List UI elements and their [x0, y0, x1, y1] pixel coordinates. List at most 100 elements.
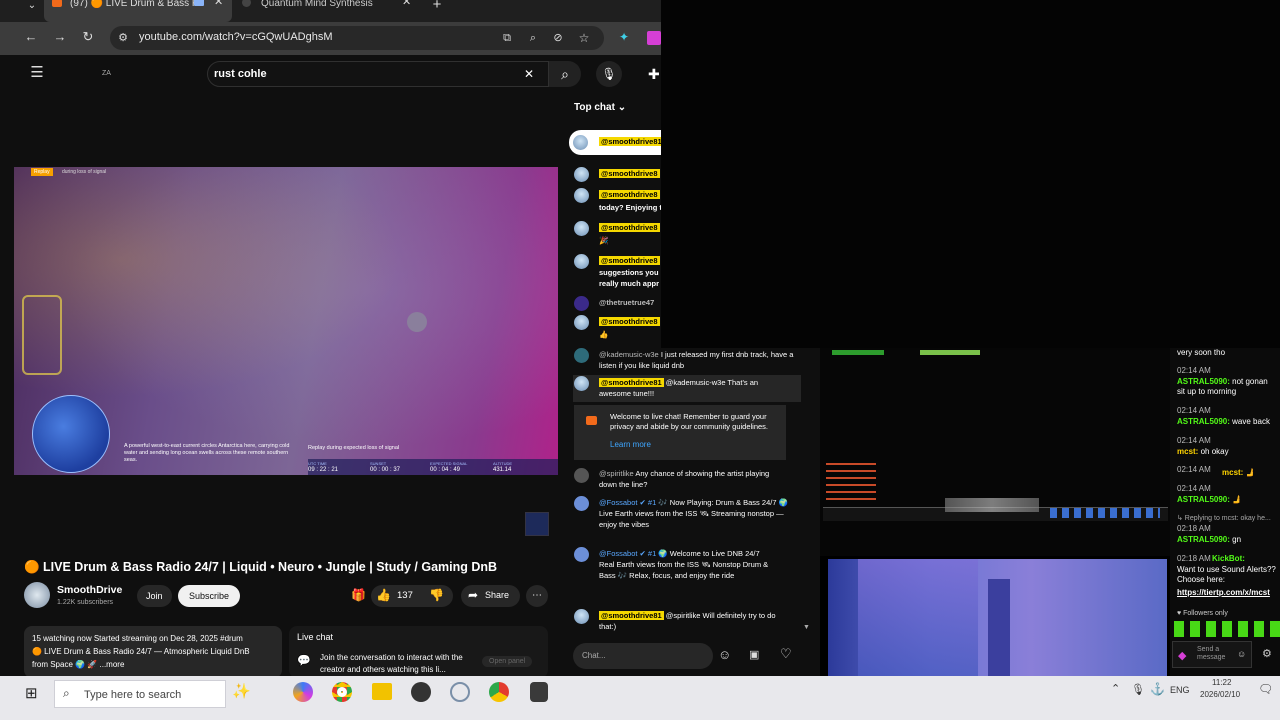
dislike-icon[interactable]: 👎	[429, 588, 444, 602]
chat-message: @Fossabot ✔ #1 🌍 Welcome to Live DNB 24/…	[599, 548, 774, 581]
tab-bar: ⌄ (97) 🟠 LIVE Drum & Bass F ✕ Quantum Mi…	[0, 0, 661, 22]
chat-user: @Fossabot ✔ #1	[599, 549, 657, 558]
chat-user: @smoothdrive8	[599, 223, 660, 232]
notification-icon[interactable]: 🗨	[1258, 682, 1273, 696]
kick-user: ASTRAL5090:	[1177, 535, 1230, 544]
followers-only: ♥ Followers only	[1177, 610, 1228, 617]
tray-chevron-icon[interactable]: ⌃	[1111, 682, 1120, 695]
forward-icon[interactable]: →	[50, 27, 70, 47]
ability-icons	[1050, 508, 1160, 518]
reload-icon[interactable]: ↻	[78, 27, 98, 47]
kick-message: mcst: 🫸	[1222, 468, 1280, 478]
eye-off-icon[interactable]: ⊘	[548, 28, 568, 48]
desktop: ⌄ (97) 🟠 LIVE Drum & Bass F ✕ Quantum Mi…	[0, 0, 1280, 720]
language-indicator[interactable]: ENG	[1170, 685, 1190, 695]
url-field[interactable]: ⚙ youtube.com/watch?v=cGQwUADghsM ⧉ ⌕ ⊘ …	[110, 26, 604, 50]
kick-send-input[interactable]: ◆ Send a message ☺	[1172, 641, 1252, 668]
gift-icon[interactable]: 🎁	[351, 588, 366, 602]
sparkle-icon[interactable]: ✨	[232, 682, 251, 700]
kick-text: wave back	[1232, 417, 1270, 426]
kick-text: 🫸	[1245, 468, 1256, 477]
stat-value: 09 : 22 : 21	[308, 467, 339, 473]
kick-text: okay he...	[1240, 515, 1271, 522]
moon-dot	[407, 312, 427, 332]
mic-icon[interactable]: 🎙	[1131, 683, 1145, 696]
taskbar-search-input[interactable]: ⌕ Type here to search	[54, 680, 226, 708]
channel-name[interactable]: SmoothDrive	[57, 584, 122, 596]
clock-date[interactable]: 2026/02/10	[1200, 690, 1240, 699]
smile-icon[interactable]: ☺	[1237, 649, 1246, 659]
heart-icon[interactable]: ♡	[780, 646, 792, 662]
super-chat-icon[interactable]: ▣	[749, 648, 759, 661]
create-icon[interactable]: ✚	[648, 66, 660, 83]
learn-more-link[interactable]: Learn more	[610, 440, 651, 449]
app-icon[interactable]	[450, 682, 470, 702]
tab-live-dnb[interactable]: (97) 🟠 LIVE Drum & Bass F ✕	[44, 0, 232, 22]
chat-message: @smoothdrive81 @spiritlike Will definite…	[599, 610, 794, 632]
kick-message: ASTRAL5090: gn	[1177, 535, 1280, 545]
close-tab-icon[interactable]: ✕	[402, 0, 411, 8]
subscribe-button[interactable]: Subscribe	[178, 585, 241, 607]
search-icon[interactable]: ⌕	[549, 61, 581, 87]
emote-icon[interactable]: ◆	[1178, 649, 1186, 662]
chat-user: @smoothdrive8	[599, 256, 660, 265]
video-player[interactable]: Replay during loss of signal A powerful …	[14, 167, 558, 475]
scene-shape	[858, 559, 978, 678]
chrome-profile-icon[interactable]	[489, 682, 509, 702]
open-panel-button[interactable]: Open panel	[482, 656, 533, 667]
description-box[interactable]: 15 watching now Started streaming on Dec…	[24, 626, 282, 678]
tab-list-icon[interactable]: ⌄	[22, 0, 42, 16]
join-button[interactable]: Join	[137, 585, 172, 607]
pinned-message[interactable]: @smoothdrive81	[569, 130, 664, 155]
avatar	[574, 547, 589, 562]
scene-pillar	[988, 579, 1010, 678]
tab-quantum[interactable]: Quantum Mind Synthesis ✕	[234, 0, 418, 22]
site-info-icon[interactable]: ⚙	[113, 28, 133, 48]
back-icon[interactable]: ←	[21, 27, 41, 47]
like-icon[interactable]: 👍	[376, 588, 391, 602]
scroll-down-icon[interactable]: ▼	[803, 624, 810, 631]
extension-purple-icon[interactable]	[647, 31, 661, 45]
emoji-icon[interactable]: ☺	[718, 647, 731, 662]
more-actions-icon[interactable]: ⋯	[526, 585, 548, 607]
obs-icon[interactable]	[411, 682, 431, 702]
close-tab-icon[interactable]: ✕	[214, 0, 223, 8]
share-icon: ➦	[468, 588, 479, 602]
replay-badge: Replay	[31, 168, 53, 176]
kick-user: KickBot:	[1212, 554, 1245, 563]
menu-icon[interactable]: ☰	[27, 63, 47, 83]
avatar	[574, 296, 589, 311]
game-stream-view[interactable]	[820, 348, 1170, 556]
zoom-icon[interactable]: ⌕	[523, 28, 543, 48]
settings-icon[interactable]: ⚙	[1262, 647, 1272, 660]
channel-watermark[interactable]	[525, 512, 549, 536]
file-explorer-icon[interactable]	[372, 683, 392, 700]
chrome-icon[interactable]	[332, 682, 352, 702]
kick-message: very soon tho	[1177, 348, 1226, 357]
avatar	[574, 468, 589, 483]
kick-message: ASTRAL5090: not gonan sit up to morning	[1177, 377, 1277, 397]
channel-avatar[interactable]	[24, 582, 50, 608]
emote-bar[interactable]	[1174, 621, 1280, 637]
mic-icon[interactable]: 🎙	[596, 61, 622, 87]
copilot-icon[interactable]	[293, 682, 313, 702]
youtube-logo-icon	[586, 416, 597, 425]
clear-search-icon[interactable]: ✕	[524, 62, 534, 86]
chat-mode-dropdown[interactable]: Top chat ⌄	[574, 102, 626, 113]
clock-time[interactable]: 11:22	[1212, 678, 1231, 687]
windows-start-icon[interactable]: ⊞	[25, 684, 38, 702]
network-icon[interactable]: ⚓	[1150, 682, 1165, 696]
stat-value: 00 : 04 : 49	[430, 467, 461, 473]
chat-input[interactable]: Chat...	[573, 643, 713, 669]
app-icon[interactable]	[530, 682, 548, 702]
install-icon[interactable]: ⧉	[497, 28, 517, 48]
kick-message: mcst: oh okay	[1177, 447, 1280, 457]
bookmark-star-icon[interactable]: ☆	[574, 28, 594, 48]
extension-icon[interactable]: ✦	[614, 27, 634, 47]
search-input[interactable]: rust cohle ✕	[207, 61, 549, 87]
new-tab-icon[interactable]: +	[427, 0, 447, 15]
kick-link[interactable]: https://tiertp.com/x/mcst	[1177, 588, 1280, 598]
welcome-text: Welcome to live chat! Remember to guard …	[610, 412, 769, 431]
second-stream-view[interactable]	[828, 559, 1167, 678]
share-button[interactable]: ➦ Share	[461, 585, 520, 607]
